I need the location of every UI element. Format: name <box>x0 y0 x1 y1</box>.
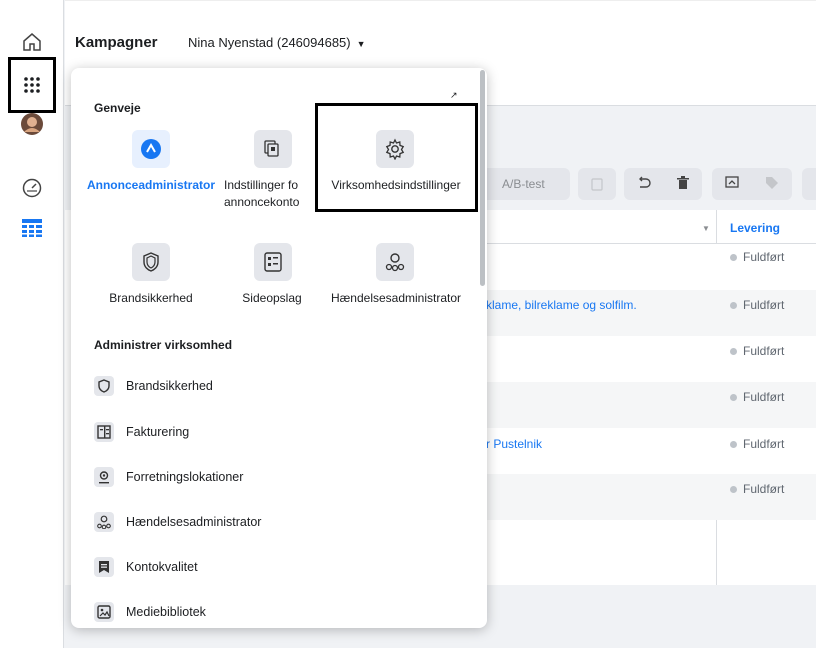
ab-test-label: A/B-test <box>502 177 545 191</box>
menu-item-account-quality[interactable]: Kontokvalitet <box>94 553 198 581</box>
delivery-status: Fuldført <box>730 298 784 312</box>
menu-item-label: Forretningslokationer <box>126 470 244 484</box>
table-row[interactable] <box>470 474 816 520</box>
menu-scrollbar[interactable] <box>480 70 485 286</box>
top-bar: Kampagner Nina Nyenstad (246094685) ▼ <box>65 0 816 66</box>
page-title: Kampagner <box>75 34 158 51</box>
events-manager-icon[interactable] <box>376 243 414 281</box>
menu-item-label: Mediebibliotek <box>126 605 206 619</box>
shield-icon <box>94 376 114 396</box>
delivery-status: Fuldført <box>730 390 784 404</box>
shortcut-page-posts[interactable]: Sideopslag <box>224 290 320 307</box>
ad-account-settings-icon[interactable] <box>254 130 292 168</box>
location-icon <box>94 467 114 487</box>
menu-item-events-manager[interactable]: Hændelsesadministrator <box>94 508 261 536</box>
media-library-icon <box>94 602 114 622</box>
menu-item-label: Kontokvalitet <box>126 560 198 574</box>
more-button[interactable] <box>802 168 816 200</box>
account-name: Nina Nyenstad (246094685) <box>188 35 351 50</box>
menu-item-label: Brandsikkerhed <box>126 379 213 393</box>
performance-gauge-icon[interactable] <box>14 170 50 206</box>
undo-icon[interactable] <box>637 176 651 193</box>
page-posts-icon[interactable] <box>254 243 292 281</box>
campaigns-table-icon[interactable] <box>14 210 50 246</box>
trash-icon[interactable] <box>677 175 689 193</box>
ads-manager-icon[interactable] <box>132 130 170 168</box>
chevron-down-icon: ▼ <box>356 39 366 49</box>
campaign-name-link[interactable]: klame, bilreklame og solfilm. <box>486 298 637 312</box>
shortcut-ad-account-settings[interactable]: Indstillinger fo annoncekonto <box>224 177 320 211</box>
shortcuts-heading: Genveje <box>94 101 141 115</box>
menu-item-label: Fakturering <box>126 425 190 439</box>
campaign-name-link[interactable]: r Pustelnik <box>486 437 542 451</box>
shortcut-events-manager[interactable]: Hændelsesadministrator <box>318 290 474 307</box>
delivery-status: Fuldført <box>730 344 784 358</box>
business-settings-highlight <box>315 103 478 212</box>
account-selector[interactable]: Nina Nyenstad (246094685) ▼ <box>188 35 366 50</box>
delivery-status: Fuldført <box>730 250 784 264</box>
table-row[interactable] <box>470 290 816 336</box>
menu-item-brand-safety[interactable]: Brandsikkerhed <box>94 372 213 400</box>
menu-item-media-library[interactable]: Mediebibliotek <box>94 598 206 626</box>
delivery-status: Fuldført <box>730 437 784 451</box>
manage-business-heading: Administrer virksomhed <box>94 338 233 352</box>
menu-item-billing[interactable]: Fakturering <box>94 418 189 446</box>
shield-icon[interactable] <box>132 243 170 281</box>
billing-icon <box>94 422 114 442</box>
tag-icon[interactable] <box>765 176 779 193</box>
table-row[interactable] <box>470 382 816 428</box>
export-icon[interactable] <box>725 175 739 193</box>
external-link-icon[interactable]: ↗ <box>450 90 458 101</box>
shortcut-brand-safety[interactable]: Brandsikkerhed <box>80 290 222 307</box>
all-tools-highlight <box>8 57 56 113</box>
menu-item-label: Hændelsesadministrator <box>126 515 262 529</box>
delivery-column-header[interactable]: Levering <box>730 221 780 235</box>
home-icon[interactable] <box>14 24 50 60</box>
menu-item-business-locations[interactable]: Forretningslokationer <box>94 463 243 491</box>
sort-caret-icon[interactable]: ▼ <box>702 224 710 233</box>
events-manager-icon <box>94 512 114 532</box>
clipboard-icon <box>591 178 603 191</box>
export-tag-group <box>712 168 792 200</box>
undo-delete-group <box>624 168 702 200</box>
account-quality-icon <box>94 557 114 577</box>
shortcut-ads-manager[interactable]: Annonceadministrator <box>80 177 222 194</box>
table-row[interactable] <box>470 428 816 474</box>
delivery-status: Fuldført <box>730 482 784 496</box>
table-row[interactable] <box>470 336 816 382</box>
duplicate-button[interactable] <box>578 168 616 200</box>
